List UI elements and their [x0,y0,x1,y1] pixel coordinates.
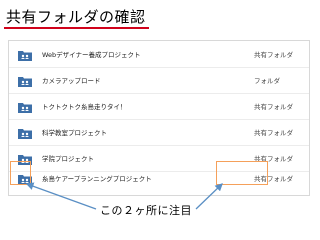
arrow-to-type [195,183,223,210]
callout-note: この２ヶ所に注目 [100,204,192,217]
arrow-to-icon [25,182,97,210]
